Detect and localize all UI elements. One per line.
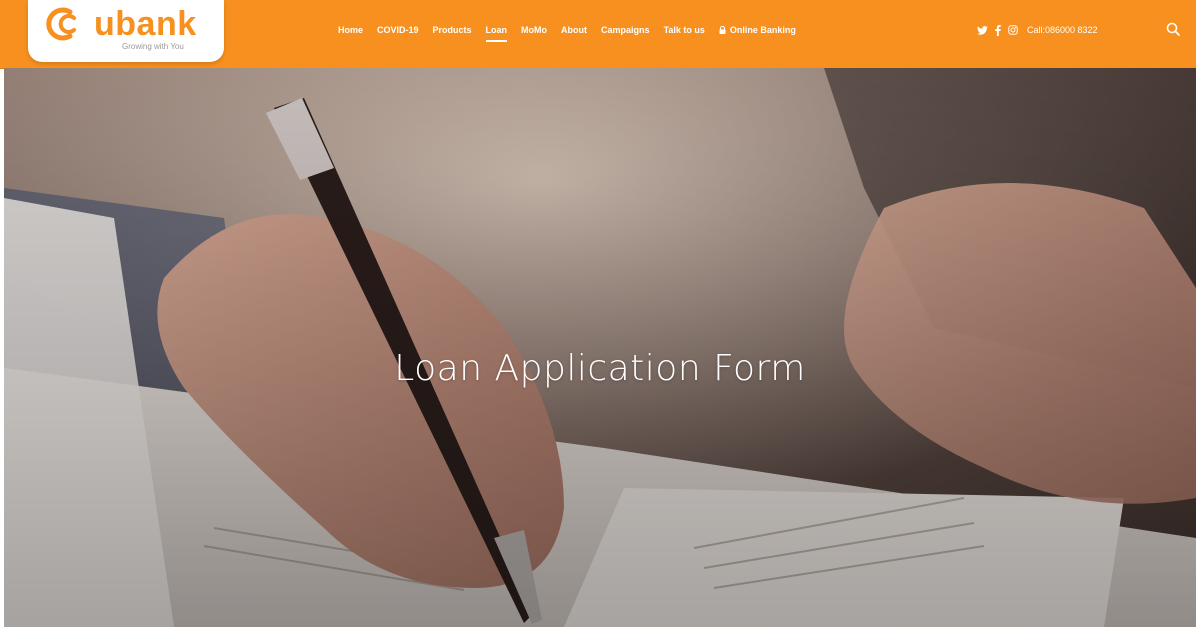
ubank-logo-icon	[46, 7, 76, 41]
nav-campaigns[interactable]: Campaigns	[601, 25, 650, 35]
nav-home[interactable]: Home	[338, 25, 363, 35]
facebook-icon[interactable]	[995, 24, 1001, 36]
social-links: Call:086000 8322	[977, 0, 1098, 60]
brand-tagline: Growing with You	[122, 42, 184, 51]
nav-covid-19[interactable]: COVID-19	[377, 25, 419, 35]
page: ubank Growing with You Home COVID-19 Pro…	[0, 0, 1196, 627]
page-title: Loan Application Form	[394, 348, 806, 390]
hero-banner: Loan Application Form	[4, 68, 1196, 627]
twitter-icon[interactable]	[977, 25, 988, 35]
nav-loan[interactable]: Loan	[485, 25, 507, 42]
nav-about[interactable]: About	[561, 25, 587, 35]
brand-name: ubank	[94, 5, 197, 43]
nav-talk-to-us[interactable]: Talk to us	[664, 25, 705, 35]
main-nav: Home COVID-19 Products Loan MoMo About C…	[338, 0, 796, 60]
instagram-icon[interactable]	[1008, 25, 1018, 35]
call-number[interactable]: Call:086000 8322	[1027, 25, 1098, 35]
nav-online-banking[interactable]: Online Banking	[719, 25, 796, 35]
nav-products[interactable]: Products	[433, 25, 472, 35]
lock-icon	[719, 26, 726, 34]
ubank-logo[interactable]: ubank Growing with You	[28, 0, 224, 62]
search-icon[interactable]	[1166, 22, 1180, 36]
nav-momo[interactable]: MoMo	[521, 25, 547, 35]
top-navigation-bar: ubank Growing with You Home COVID-19 Pro…	[0, 0, 1196, 69]
nav-online-banking-label: Online Banking	[729, 25, 796, 35]
